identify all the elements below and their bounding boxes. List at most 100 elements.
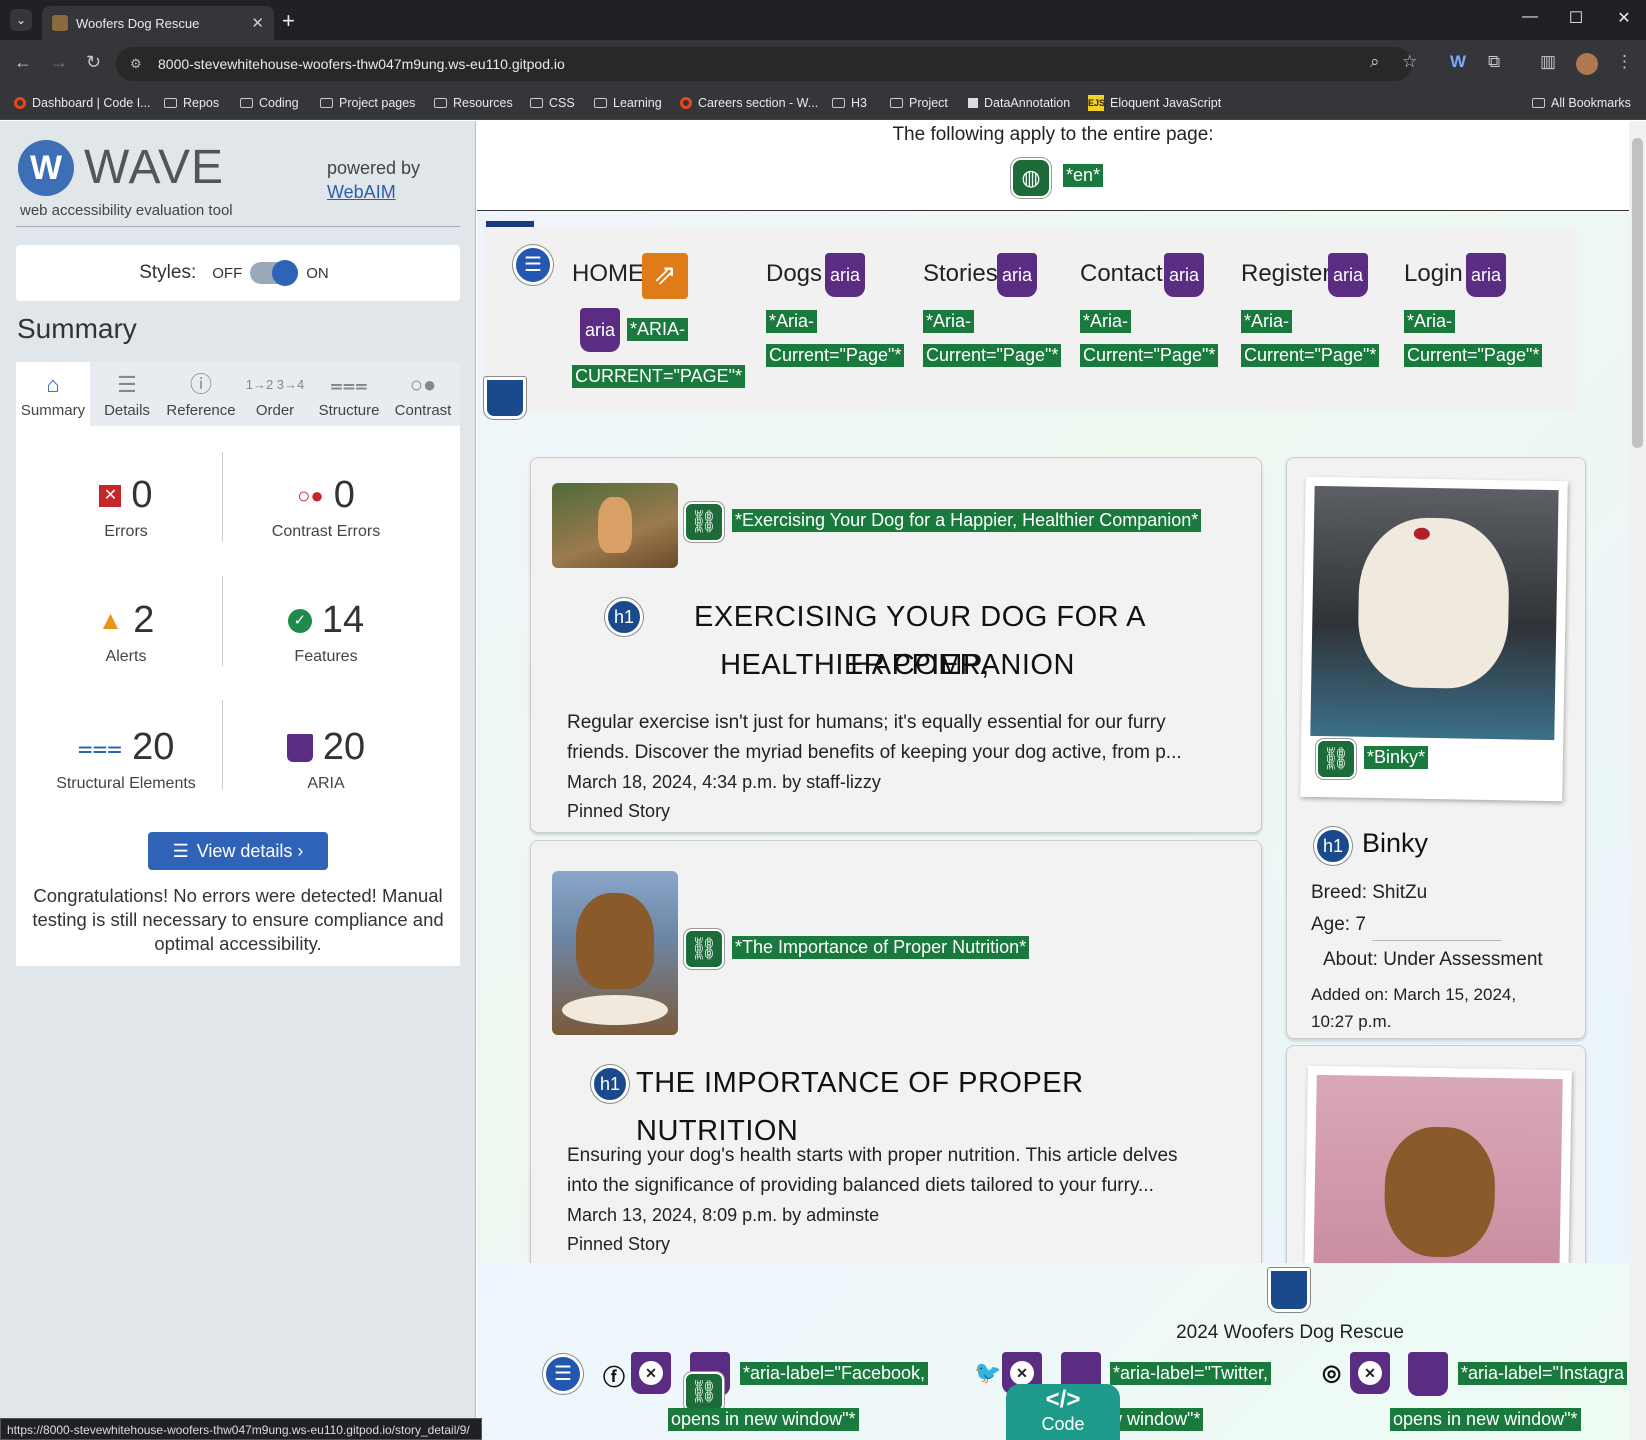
wave-extension-icon[interactable]: W bbox=[1450, 52, 1466, 72]
empty-link-icon[interactable] bbox=[631, 1352, 671, 1394]
aria-icon[interactable]: aria bbox=[1328, 253, 1368, 297]
link-alert-icon[interactable]: ⇗ bbox=[642, 253, 688, 299]
header-region-icon[interactable] bbox=[484, 377, 526, 419]
link-tag: *Exercising Your Dog for a Happier, Heal… bbox=[732, 509, 1202, 532]
all-bookmarks[interactable]: All Bookmarks bbox=[1532, 93, 1631, 113]
features-stat[interactable]: ✓ 14 Features bbox=[226, 599, 426, 666]
story-title-cont[interactable]: HEALTHIER COMPANION bbox=[560, 641, 1235, 689]
contrast-errors-stat[interactable]: ○● 0 Contrast Errors bbox=[226, 474, 426, 541]
webaim-link[interactable]: WebAIM bbox=[327, 182, 396, 203]
nav-login[interactable]: Login bbox=[1404, 260, 1463, 288]
bookmark-item[interactable]: DataAnnotation bbox=[968, 93, 1070, 113]
aria-icon[interactable]: aria bbox=[1164, 253, 1204, 297]
h1-icon[interactable]: h1 bbox=[605, 598, 643, 636]
alerts-stat[interactable]: ▲ 2 Alerts bbox=[26, 599, 226, 666]
aria-icon[interactable]: aria bbox=[997, 253, 1037, 297]
profile-avatar[interactable] bbox=[1576, 53, 1598, 75]
nav-home[interactable]: HOME bbox=[572, 260, 644, 288]
linked-image-icon[interactable]: ⛓ bbox=[684, 929, 724, 969]
folder-icon bbox=[164, 98, 177, 108]
forward-icon[interactable]: → bbox=[50, 52, 68, 73]
linked-image-icon[interactable]: ⛓ bbox=[684, 1372, 724, 1412]
tab-order[interactable]: 1→2 3→4 Order bbox=[238, 362, 312, 426]
bookmark-folder[interactable]: Coding bbox=[240, 93, 299, 113]
zoom-icon[interactable]: ⌕ bbox=[1370, 52, 1380, 72]
tab-structure[interactable]: ⩶ Structure bbox=[312, 362, 386, 426]
back-icon[interactable]: ← bbox=[14, 52, 32, 73]
bookmark-folder[interactable]: Project pages bbox=[320, 93, 415, 113]
tab-search-icon[interactable]: ⌄ bbox=[10, 9, 32, 31]
close-tab-icon[interactable]: ✕ bbox=[251, 14, 264, 32]
nav-register[interactable]: Register bbox=[1241, 260, 1330, 288]
dog-photo bbox=[1310, 485, 1559, 741]
styles-toggle-box: Styles: OFF ON bbox=[16, 245, 460, 301]
nav-contact[interactable]: Contact bbox=[1080, 260, 1163, 288]
bookmark-folder[interactable]: Learning bbox=[594, 93, 662, 113]
url-text: 8000-stevewhitehouse-woofers-thw047m9ung… bbox=[158, 56, 565, 72]
side-panel-icon[interactable]: ▥ bbox=[1540, 52, 1556, 72]
bookmark-folder[interactable]: Resources bbox=[434, 93, 513, 113]
story-image bbox=[552, 483, 678, 568]
footer-region-icon[interactable] bbox=[1268, 1268, 1310, 1312]
error-icon: ✕ bbox=[99, 484, 122, 507]
scrollbar-thumb[interactable] bbox=[1632, 138, 1643, 448]
language-globe-icon[interactable]: ◍ bbox=[1011, 158, 1051, 198]
congrats-message: Congratulations! No errors were detected… bbox=[32, 885, 444, 954]
bookmark-item[interactable]: EJS Eloquent JavaScript bbox=[1088, 93, 1221, 113]
bookmark-star-icon[interactable]: ☆ bbox=[1402, 52, 1417, 72]
bookmark-folder[interactable]: Repos bbox=[164, 93, 219, 113]
linked-image-icon[interactable]: ⛓ bbox=[1316, 739, 1356, 779]
h1-icon[interactable]: h1 bbox=[1314, 827, 1352, 865]
instagram-icon[interactable]: ◎ bbox=[1322, 1360, 1341, 1386]
bookmark-item[interactable]: Careers section - W... bbox=[680, 93, 818, 113]
apply-text: The following apply to the entire page: bbox=[892, 124, 1214, 145]
browser-tab[interactable]: Woofers Dog Rescue ✕ bbox=[42, 6, 274, 40]
aria-icon[interactable]: aria bbox=[1466, 253, 1506, 297]
extensions-icon[interactable]: ⧉ bbox=[1488, 52, 1500, 72]
bookmark-folder[interactable]: H3 bbox=[832, 93, 867, 113]
h1-icon[interactable]: h1 bbox=[591, 1065, 629, 1103]
aria-stat[interactable]: 20 ARIA bbox=[226, 726, 426, 793]
pinned-label: Pinned Story bbox=[567, 801, 671, 821]
list-icon[interactable]: ☰ bbox=[513, 245, 553, 285]
list-icon[interactable]: ☰ bbox=[543, 1354, 583, 1394]
aria-label-tag: opens in new window"* bbox=[668, 1408, 859, 1431]
folder-icon bbox=[1532, 98, 1545, 108]
bookmark-folder[interactable]: Project bbox=[890, 93, 948, 113]
facebook-icon[interactable]: ⓕ bbox=[603, 1360, 625, 1392]
twitter-icon[interactable]: 🐦 bbox=[974, 1360, 1001, 1386]
errors-stat[interactable]: ✕ 0 Errors bbox=[26, 474, 226, 541]
code-icon: </> bbox=[1045, 1386, 1081, 1413]
menu-icon[interactable]: ⋮ bbox=[1616, 52, 1633, 72]
new-tab-icon[interactable]: + bbox=[282, 8, 295, 34]
bookmark-folder[interactable]: CSS bbox=[530, 93, 575, 113]
close-window-icon[interactable]: ✕ bbox=[1604, 8, 1644, 28]
linked-image-icon[interactable]: ⛓ bbox=[684, 502, 724, 542]
empty-link-icon[interactable] bbox=[1350, 1352, 1390, 1394]
lang-tag: *en* bbox=[1063, 164, 1104, 187]
aria-label-tag: opens in new window"* bbox=[1390, 1408, 1581, 1431]
aria-icon[interactable]: aria bbox=[825, 253, 865, 297]
aria-tag: *Aria- bbox=[923, 310, 975, 333]
tab-reference[interactable]: ⓘ Reference bbox=[164, 362, 238, 426]
bookmark-item[interactable]: Dashboard | Code I... bbox=[14, 93, 151, 113]
aria-label-icon[interactable] bbox=[1408, 1352, 1448, 1396]
site-info-icon[interactable]: ⚙ bbox=[130, 47, 142, 81]
aria-icon[interactable]: aria bbox=[580, 308, 620, 352]
view-details-button[interactable]: ☰ View details › bbox=[148, 832, 328, 870]
reload-icon[interactable]: ↻ bbox=[86, 52, 101, 73]
tab-summary[interactable]: ⌂ Summary bbox=[16, 362, 90, 426]
link-tag: *The Importance of Proper Nutrition* bbox=[732, 936, 1030, 959]
styles-toggle[interactable] bbox=[250, 260, 299, 286]
nav-stories[interactable]: Stories bbox=[923, 260, 998, 288]
minimize-icon[interactable]: — bbox=[1510, 8, 1550, 26]
tab-contrast[interactable]: ○● Contrast bbox=[386, 362, 460, 426]
copyright: 2024 Woofers Dog Rescue bbox=[1176, 1322, 1404, 1343]
info-icon: ⓘ bbox=[189, 372, 212, 397]
maximize-icon[interactable]: ☐ bbox=[1556, 8, 1596, 28]
nav-dogs[interactable]: Dogs bbox=[766, 260, 822, 288]
address-bar[interactable]: ⚙ 8000-stevewhitehouse-woofers-thw047m9u… bbox=[116, 47, 1412, 81]
tab-details[interactable]: ☰ Details bbox=[90, 362, 164, 426]
structural-stat[interactable]: ⩶ 20 Structural Elements bbox=[26, 726, 226, 793]
code-button[interactable]: </> Code bbox=[1006, 1384, 1120, 1440]
